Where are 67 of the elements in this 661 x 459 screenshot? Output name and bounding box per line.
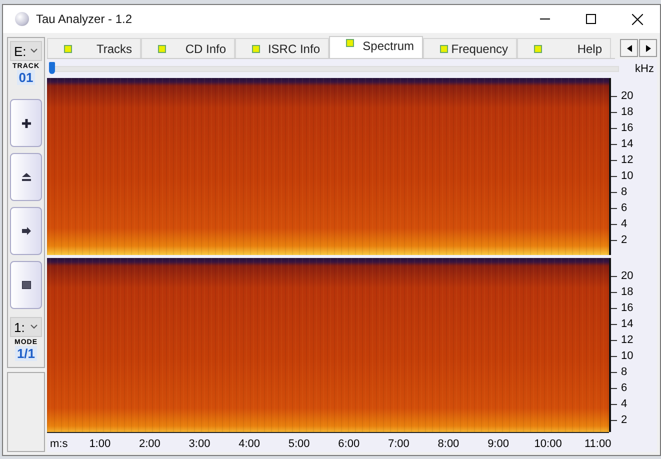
close-icon [632,14,642,24]
axis-tick-label: 7:00 [386,438,410,450]
axis-tick-label: 14 [611,136,654,152]
chevron-icon [30,48,38,54]
axis-tick-label: 6 [611,380,654,396]
track-number: 01 [16,70,36,85]
axis-tick-label: m:s [49,438,69,450]
axis-tick-label: 11:00 [584,438,612,450]
axis-tick-label: 8:00 [436,438,460,450]
axis-tick-label: 12 [611,152,654,168]
axis-tick-label: 10 [611,348,654,364]
axis-tick-label: 8 [611,364,654,380]
eject-button[interactable] [10,153,42,201]
axis-tick-label: 16 [611,120,654,136]
mode-value: 1/1 [14,346,38,361]
axis-tick-label: 20 [611,88,654,104]
right-triangle-icon [646,44,650,52]
tab[interactable]: CD Info [141,38,235,58]
add-button[interactable] [10,99,42,147]
axis-tick-label: 9:00 [486,438,510,450]
next-button[interactable] [10,207,42,255]
chevron-icon [30,324,38,330]
eject-icon [22,173,30,181]
status-light-icon [158,44,166,52]
axis-tick-label: 18 [611,284,654,300]
axis-tick-label: 14 [611,316,654,332]
axis-tick-label: 10 [611,168,654,184]
tab[interactable]: Spectrum [329,36,423,58]
stop-button[interactable] [10,261,42,309]
left-triangle-icon [626,44,632,52]
window-title: Tau Analyzer - 1.2 [36,12,134,26]
axis-tick-label: 3:00 [188,438,212,450]
scroll-left-button[interactable] [620,39,638,57]
right-arrow-icon [22,227,30,235]
axis-tick-label: 5:00 [287,438,311,450]
axis-tick-label: 4:00 [238,438,261,450]
status-light-icon [440,44,448,52]
axis-tick-label: 4 [611,216,654,232]
status-light-icon [534,44,542,52]
axis-tick-label: 18 [611,104,654,120]
tab[interactable]: ISRC Info [235,38,329,58]
status-light-icon [252,44,260,52]
status-light-icon [346,39,354,47]
axis-tick-label: 12 [611,332,654,348]
tab[interactable]: Frequency [423,38,517,58]
axis-tick-label: 10:00 [533,438,563,450]
tab[interactable]: Tracks [47,38,141,58]
axis-tick-label: 4 [611,396,654,412]
plus-icon [22,118,30,128]
mode-dropdown[interactable]: 1: [10,317,42,337]
app-icon [15,12,29,26]
axis-tick-label: 20 [611,268,654,284]
maximize-icon [586,14,596,24]
axis-tick-label: 8 [611,184,654,200]
axis-tick-label: 2 [611,232,654,248]
scroll-right-button[interactable] [639,39,657,57]
drive-dropdown[interactable]: E: [10,41,42,61]
axis-tick-label: 2:00 [138,438,162,450]
axis-tick-label: 16 [611,300,654,316]
axis-tick-label: 1:00 [88,438,112,450]
axis-tick-label: 2 [611,412,654,428]
status-light-icon [64,44,72,52]
axis-tick-label: 6:00 [337,438,361,450]
tab[interactable]: Help [517,38,611,58]
frequency-unit-label: kHz [635,62,654,74]
slider-thumb[interactable] [49,62,55,74]
axis-tick-label: 6 [611,200,654,216]
